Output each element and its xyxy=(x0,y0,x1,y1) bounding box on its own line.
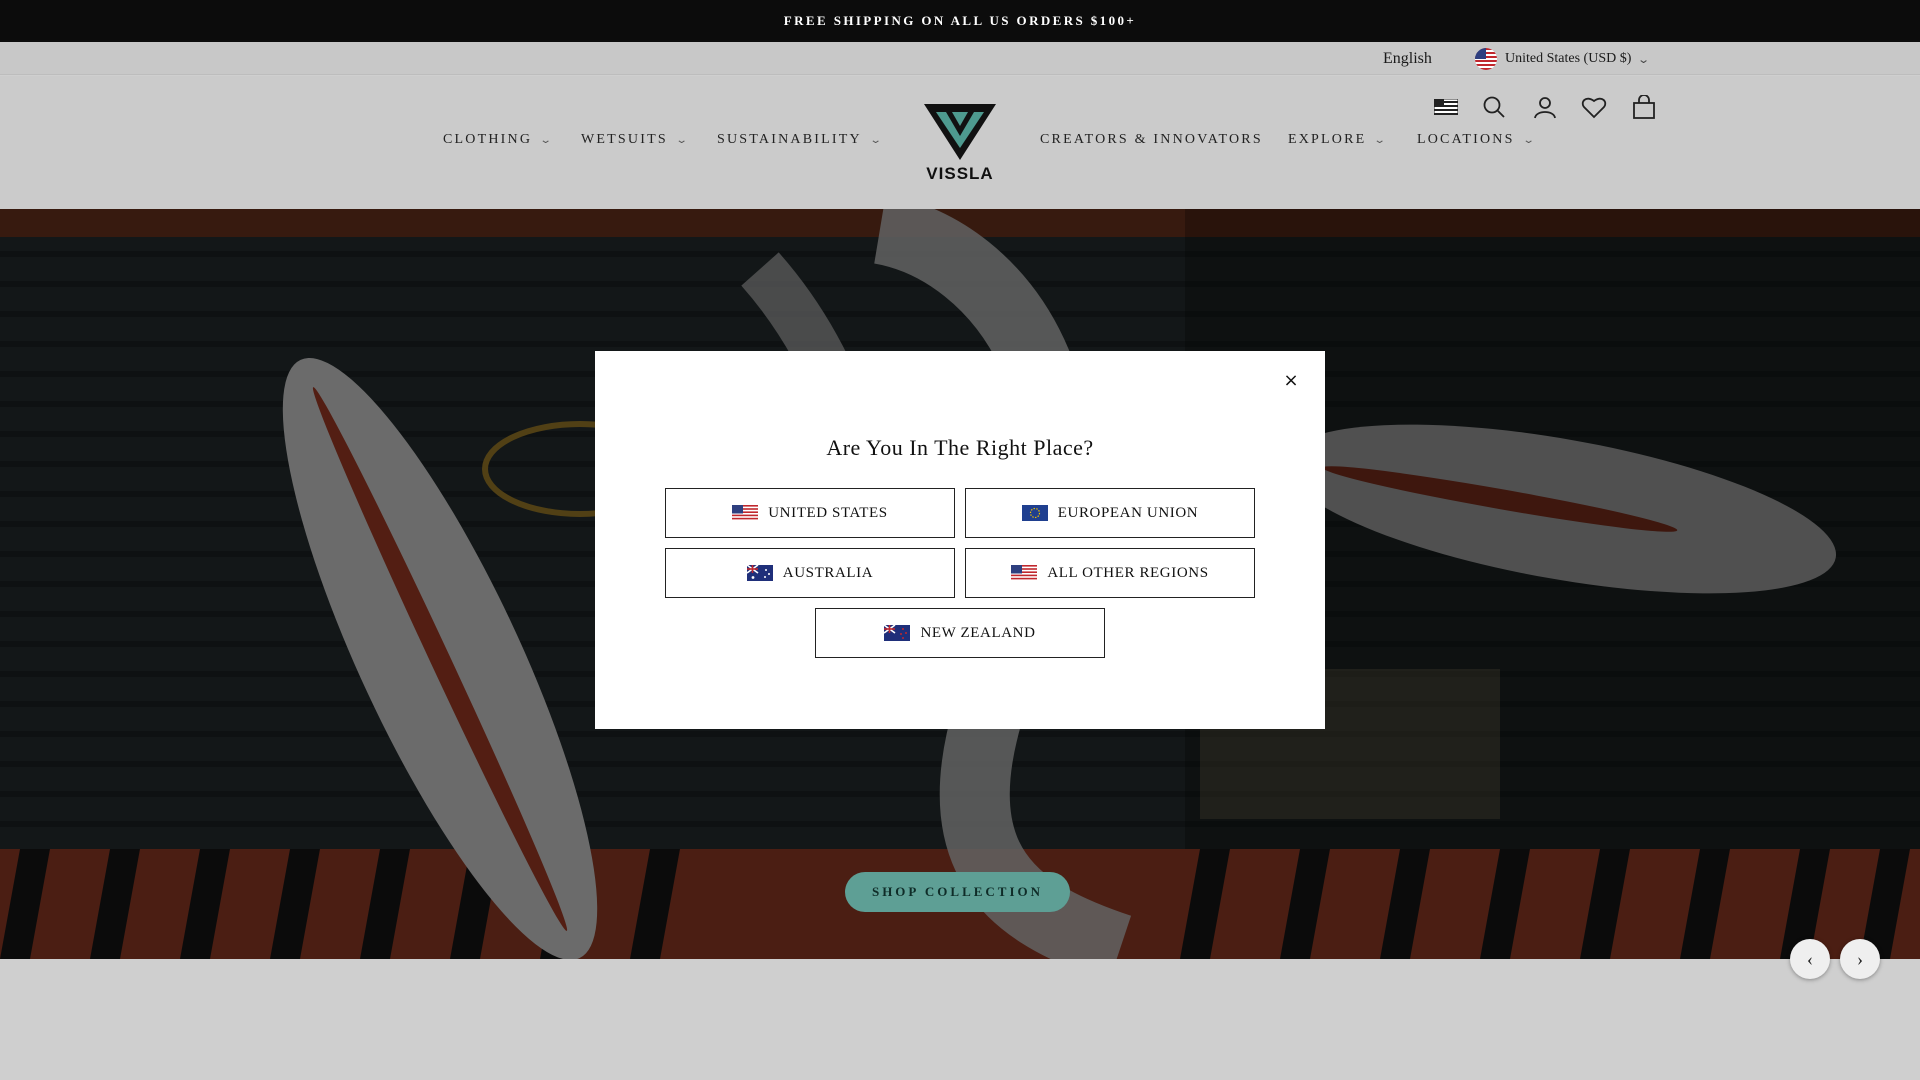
region-label: AUSTRALIA xyxy=(782,564,874,581)
region-selector-modal: × Are You In The Right Place? UNITED STA… xyxy=(595,351,1325,729)
region-button-all-other-regions[interactable]: ALL OTHER REGIONS xyxy=(965,548,1255,598)
nav-label: CREATORS & INNOVATORS xyxy=(1040,132,1263,147)
shop-collection-button[interactable]: SHOP COLLECTION xyxy=(845,872,1070,912)
nav-creators-innovators[interactable]: CREATORS & INNOVATORS xyxy=(1040,132,1263,148)
region-label: NEW ZEALAND xyxy=(920,624,1036,641)
slideshow-prev-button[interactable]: ‹ xyxy=(1790,939,1830,979)
search-icon[interactable] xyxy=(1480,93,1508,121)
nav-clothing[interactable]: CLOTHING ⌄ xyxy=(443,132,553,148)
nz-flag-icon xyxy=(884,625,911,641)
region-label: UNITED STATES xyxy=(768,504,888,521)
logo-text: VISSLA xyxy=(926,164,994,183)
vissla-logo[interactable]: VISSLA xyxy=(922,102,998,184)
announcement-bar: FREE SHIPPING ON ALL US ORDERS $100+ xyxy=(0,0,1920,42)
modal-title: Are You In The Right Place? xyxy=(826,435,1094,460)
nav-label: CLOTHING xyxy=(443,132,533,147)
chevron-down-icon: ⌄ xyxy=(1373,134,1390,146)
utility-bar: English United States (USD $) ⌄ xyxy=(0,42,1920,75)
eu-flag-icon xyxy=(1021,505,1048,521)
close-icon[interactable]: × xyxy=(1281,371,1301,391)
flag-icon[interactable] xyxy=(1432,93,1460,121)
logo-mark-icon xyxy=(924,104,996,160)
currency-label: United States (USD $) xyxy=(1505,51,1632,66)
account-icon[interactable] xyxy=(1531,93,1559,121)
nav-label: LOCATIONS xyxy=(1417,132,1515,147)
nav-label: SUSTAINABILITY xyxy=(717,132,862,147)
nav-label: WETSUITS xyxy=(581,132,668,147)
site-header: CLOTHING ⌄ WETSUITS ⌄ SUSTAINABILITY ⌄ VISS… xyxy=(0,76,1920,209)
language-selector[interactable]: English xyxy=(1383,50,1432,68)
chevron-down-icon: ⌄ xyxy=(869,134,886,146)
region-label: EUROPEAN UNION xyxy=(1057,504,1199,521)
region-button-new-zealand[interactable]: NEW ZEALAND xyxy=(815,608,1105,658)
slideshow-next-button[interactable]: › xyxy=(1840,939,1880,979)
au-flag-icon xyxy=(746,565,773,581)
currency-selector[interactable]: United States (USD $) ⌄ xyxy=(1475,48,1651,70)
nav-explore[interactable]: EXPLORE ⌄ xyxy=(1288,132,1387,148)
announcement-text: FREE SHIPPING ON ALL US ORDERS $100+ xyxy=(783,13,1137,28)
cart-icon[interactable] xyxy=(1630,93,1658,121)
nav-wetsuits[interactable]: WETSUITS ⌄ xyxy=(581,132,688,148)
nav-sustainability[interactable]: SUSTAINABILITY ⌄ xyxy=(717,132,882,148)
us-flag-icon xyxy=(1011,565,1038,581)
us-flag-icon xyxy=(1475,48,1497,70)
region-button-united-states[interactable]: UNITED STATES xyxy=(665,488,955,538)
region-button-australia[interactable]: AUSTRALIA xyxy=(665,548,955,598)
chevron-down-icon: ⌄ xyxy=(539,134,556,146)
region-label: ALL OTHER REGIONS xyxy=(1047,564,1209,581)
nav-locations[interactable]: LOCATIONS ⌄ xyxy=(1417,132,1535,148)
wishlist-icon[interactable] xyxy=(1580,93,1608,121)
us-flag-icon xyxy=(732,505,759,521)
chevron-down-icon: ⌄ xyxy=(1521,134,1538,146)
region-button-european-union[interactable]: EUROPEAN UNION xyxy=(965,488,1255,538)
chevron-down-icon: ⌄ xyxy=(1637,53,1651,66)
nav-label: EXPLORE xyxy=(1288,132,1367,147)
chevron-down-icon: ⌄ xyxy=(675,134,692,146)
